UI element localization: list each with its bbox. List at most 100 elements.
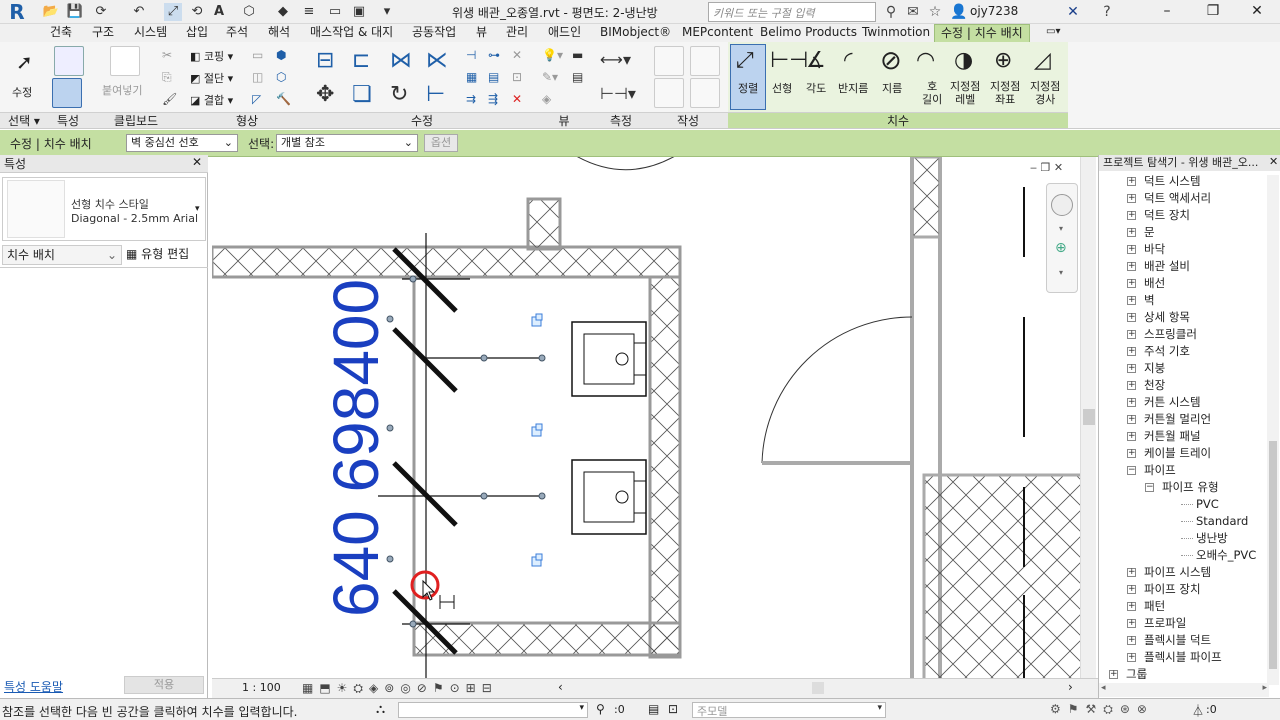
tab-insert[interactable]: 삽입 [180, 24, 214, 42]
radial-label[interactable]: 반지름 [838, 80, 868, 96]
spot-coordinate-icon[interactable]: ⊕ [994, 48, 1012, 73]
thin-lines-icon[interactable]: ≡ [300, 3, 318, 21]
expand-icon[interactable]: + [1127, 449, 1136, 458]
expand-icon[interactable]: + [1127, 432, 1136, 441]
browser-tree-item[interactable]: + 플렉시블 파이프 [1109, 649, 1265, 666]
browser-tree-item[interactable]: + 케이블 트레이 [1109, 445, 1265, 462]
cut-icon[interactable]: ✂ [162, 48, 172, 62]
expand-icon[interactable]: + [1127, 653, 1136, 662]
trim-single-icon[interactable]: ⇶ [488, 92, 498, 106]
wall-reference-select[interactable]: 벽 중심선 선호 ⌄ [126, 134, 238, 152]
browser-tree-item[interactable]: + 패턴 [1109, 598, 1265, 615]
spot-slope-label[interactable]: 지정점 경사 [1030, 80, 1060, 106]
scroll-right-icon[interactable]: › [1068, 680, 1073, 694]
browser-tree-item[interactable]: + 배관 설비 [1109, 258, 1265, 275]
trim-extend-icon[interactable]: ⊢ [426, 82, 445, 107]
worksharing-icon[interactable]: ⛬ [376, 702, 385, 717]
arc-length-icon[interactable]: ◠ [916, 48, 935, 73]
steering-wheel-icon[interactable] [1051, 194, 1073, 216]
tab-structure[interactable]: 구조 [86, 24, 120, 42]
paint-icon[interactable]: ◸ [252, 92, 261, 106]
expand-icon[interactable]: + [1127, 313, 1136, 322]
expand-icon[interactable]: + [1127, 279, 1136, 288]
expand-icon[interactable]: + [1127, 381, 1136, 390]
expand-icon[interactable]: + [1127, 177, 1136, 186]
create-similar-icon[interactable] [654, 46, 684, 76]
browser-tree-item[interactable]: + 배선 [1109, 275, 1265, 292]
browser-tree-item[interactable]: + 덕트 장치 [1109, 207, 1265, 224]
browser-scrollbar[interactable] [1267, 175, 1279, 685]
diameter-dimension-icon[interactable]: ⊘ [880, 46, 902, 76]
properties-help-link[interactable]: 특성 도움말 [4, 678, 63, 695]
pin-icon[interactable]: ✕ [512, 48, 522, 62]
linework-icon[interactable]: ◈ [542, 92, 551, 106]
browser-tree-item[interactable]: + 커튼 시스템 [1109, 394, 1265, 411]
tab-massing[interactable]: 매스작업 & 대지 [304, 24, 399, 42]
array-icon[interactable]: ▦ [466, 70, 477, 84]
browser-tree-item[interactable]: Standard [1109, 513, 1265, 530]
close-icon[interactable]: ✕ [192, 155, 202, 169]
match-properties-icon[interactable]: 🖌 [162, 92, 177, 106]
wall-joins-icon[interactable]: ⬢ [276, 48, 286, 62]
browser-tree-item[interactable]: + 플렉시블 덕트 [1109, 632, 1265, 649]
tab-analyze[interactable]: 해석 [262, 24, 296, 42]
expand-icon[interactable]: + [1127, 602, 1136, 611]
type-selector[interactable]: 선형 치수 스타일 Diagonal - 2.5mm Arial ▾ [2, 177, 206, 241]
open-icon[interactable]: 📂 [42, 3, 60, 21]
tab-modify-place-dimensions[interactable]: 수정 | 치수 배치 [934, 24, 1030, 42]
browser-tree-item[interactable]: + 상세 항목 [1109, 309, 1265, 326]
revit-logo-icon[interactable]: R [2, 0, 32, 24]
select-panel-label[interactable]: 선택 ▾ [0, 112, 48, 128]
browser-tree-item[interactable]: PVC [1109, 496, 1265, 513]
pick-select[interactable]: 개별 참조 ⌄ [276, 134, 418, 152]
offset-icon[interactable]: ⊏ [352, 48, 370, 73]
tab-architecture[interactable]: 건축 [44, 24, 78, 42]
close-hidden-icon[interactable]: ▭ [326, 3, 344, 21]
measure-icon[interactable]: ⟲ [188, 3, 206, 21]
expand-icon[interactable]: + [1127, 568, 1136, 577]
arc-length-label[interactable]: 호 길이 [922, 80, 942, 106]
pipe-end-grips[interactable] [531, 313, 543, 567]
trim-multiple-icon[interactable]: ⇉ [466, 92, 476, 106]
filter-icon[interactable]: ⏃ [1192, 702, 1204, 719]
view-control-icons[interactable]: ▦⬒☀⛭◈⊚◎⊘⚑⊙⊞⊟ [302, 681, 498, 696]
scrollbar-thumb[interactable] [1269, 441, 1277, 669]
browser-tree-item[interactable]: + 벽 [1109, 292, 1265, 309]
view-scale[interactable]: 1 : 100 [242, 681, 281, 694]
split-face-icon[interactable]: ◫ [252, 70, 263, 84]
override-graphics-icon[interactable]: ✎▾ [542, 70, 558, 84]
mirror-axis-icon[interactable]: ⋈ [390, 48, 412, 73]
expand-icon[interactable]: + [1127, 364, 1136, 373]
collapse-icon[interactable]: − [1127, 466, 1136, 475]
type-properties-icon[interactable] [54, 46, 84, 76]
browser-tree-item[interactable]: 냉난방 [1109, 530, 1265, 547]
copy-element-icon[interactable]: ❏ [352, 82, 372, 107]
binoculars-icon[interactable]: ⚲ [882, 3, 900, 21]
main-model-icon[interactable]: ⊡ [668, 702, 678, 716]
editing-requests-icon[interactable]: ⚲ [596, 702, 605, 716]
switch-windows-icon[interactable]: ▣ [350, 3, 368, 21]
rotate-icon[interactable]: ↻ [390, 82, 408, 107]
exchange-apps-icon[interactable]: ✕ [1064, 3, 1082, 21]
expand-icon[interactable]: + [1127, 211, 1136, 220]
linear-dimension-icon[interactable]: ⊢⊣ [770, 48, 808, 73]
create-assembly-icon[interactable] [654, 78, 684, 108]
browser-tree-item[interactable]: + 파이프 시스템 [1109, 564, 1265, 581]
design-options-icon[interactable]: ▤ [648, 702, 659, 716]
instance-filter-select[interactable]: 치수 배치 ⌄ [2, 245, 122, 265]
browser-tree-item[interactable]: + 커튼월 패널 [1109, 428, 1265, 445]
expand-icon[interactable]: + [1127, 415, 1136, 424]
expand-icon[interactable]: + [1109, 670, 1118, 679]
tab-mepcontent[interactable]: MEPcontent [676, 24, 759, 42]
expand-icon[interactable]: + [1127, 262, 1136, 271]
dimension-tool-icon[interactable]: ⊢⊣▾ [600, 84, 636, 103]
design-option-select[interactable]: 주모델 ▾ [692, 702, 886, 718]
view-hide-icon[interactable]: ▤ [572, 70, 583, 84]
hscroll-thumb[interactable] [812, 682, 824, 694]
chevron-down-icon[interactable]: ▾ [1059, 224, 1063, 233]
delete-icon[interactable]: ✕ [512, 92, 522, 106]
expand-icon[interactable]: + [1127, 636, 1136, 645]
split-element-icon[interactable]: ⊣ [466, 48, 476, 62]
tab-annotate[interactable]: 주석 [220, 24, 254, 42]
view-window-controls[interactable]: ‒ ❐ ✕ [1030, 161, 1063, 174]
